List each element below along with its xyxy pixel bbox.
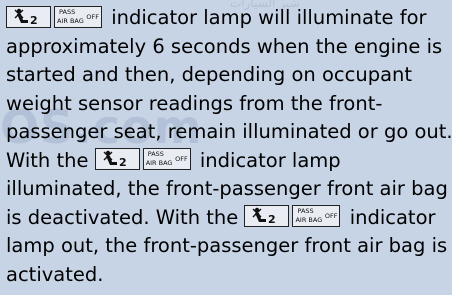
seat-occupant-airbag-icon: 2 [244, 205, 290, 228]
pass-airbag-off-icon: PASS AIR BAG OFF [54, 5, 102, 28]
text-line-8: is deactivated. With the 2 PASS AIR BAG … [0, 204, 452, 233]
text-line-9: lamp out, the front-passenger front air … [6, 234, 448, 257]
airbag-label: AIR BAG [57, 16, 84, 25]
off-label: OFF [86, 12, 99, 21]
airbag-label: AIR BAG [295, 216, 323, 225]
seat-occupant-airbag-icon: 2 [6, 5, 51, 28]
pass-label: PASS [297, 207, 314, 216]
airbag-indicator-icons: 2 PASS AIR BAG OFF [6, 2, 102, 31]
pass-label: PASS [147, 150, 164, 159]
pass-label: PASS [59, 7, 76, 16]
line-8-text-end: indicator [349, 205, 436, 229]
svg-text:2: 2 [119, 156, 127, 169]
off-label: OFF [175, 155, 188, 164]
seat-occupant-airbag-icon: 2 [94, 148, 140, 171]
line-1-text: indicator lamp will illuminate for [111, 6, 427, 29]
text-line-6: With the 2 PASS AIR BAG OFF indicator la… [0, 147, 452, 176]
text-line-3: started and then, depending on occupant [6, 63, 413, 86]
airbag-indicator-icons: 2 PASS AIR BAG OFF [94, 145, 191, 174]
line-6-text-start: With the [6, 148, 89, 172]
text-line-2: approximately 6 seconds when the engine … [6, 34, 443, 58]
svg-text:2: 2 [30, 14, 38, 27]
line-6-text-end: indicator lamp [199, 148, 341, 172]
svg-text:2: 2 [268, 213, 276, 226]
off-label: OFF [324, 212, 338, 221]
airbag-label: AIR BAG [145, 159, 173, 168]
pass-airbag-off-icon: PASS AIR BAG OFF [142, 148, 191, 171]
text-line-7: illuminated, the front-passenger front a… [6, 177, 448, 200]
text-line-10: activated. [6, 262, 104, 286]
text-line-1: 2 PASS AIR BAG OFF indicator lamp will i… [0, 4, 452, 33]
line-8-text-start: is deactivated. With the [6, 205, 239, 229]
airbag-indicator-icons: 2 PASS AIR BAG OFF [244, 202, 341, 231]
pass-airbag-off-icon: PASS AIR BAG OFF [292, 205, 341, 228]
text-line-4: weight sensor readings from the front- [6, 91, 383, 115]
airbag-indicator-paragraph: 2 PASS AIR BAG OFF indicator lamp will i… [0, 4, 452, 289]
text-line-5: passenger seat, remain illuminated or go… [6, 120, 452, 143]
